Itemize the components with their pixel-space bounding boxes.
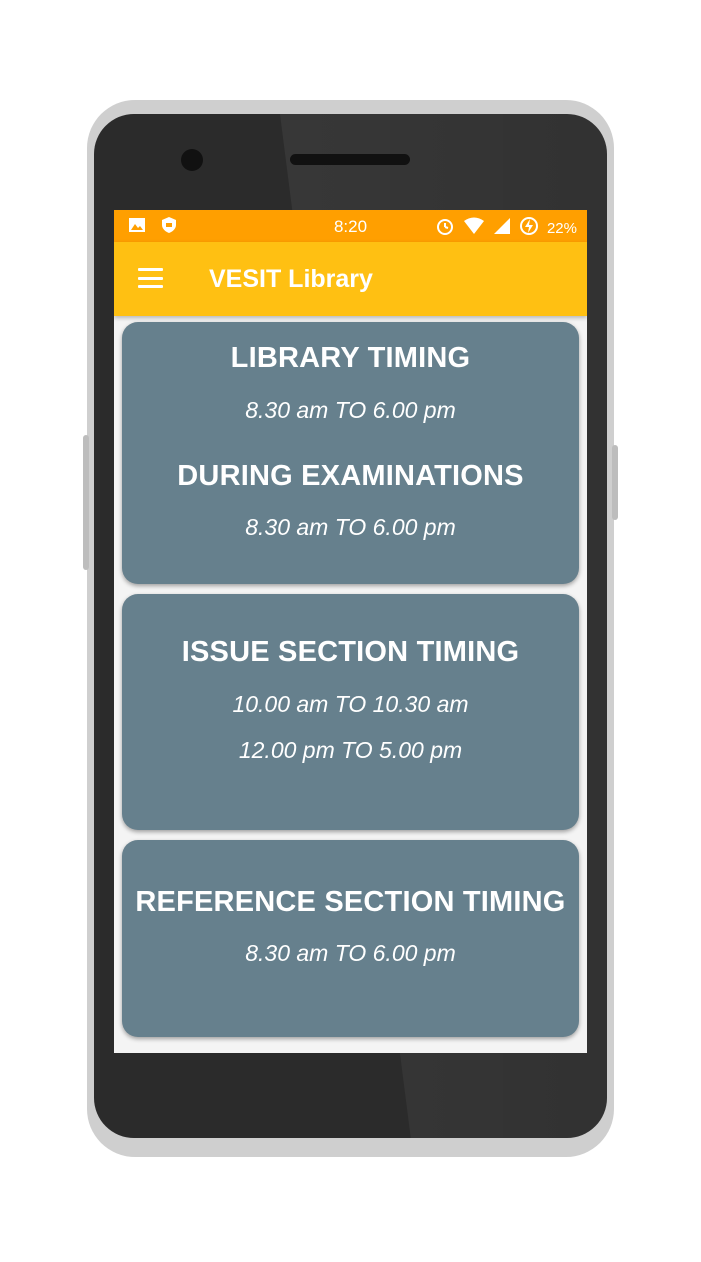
library-timing-card[interactable]: LIBRARY TIMING 8.30 am TO 6.00 pm DURING… bbox=[122, 322, 579, 584]
card-subtime: 8.30 am TO 6.00 pm bbox=[245, 514, 456, 540]
card-time: 8.30 am TO 6.00 pm bbox=[245, 397, 456, 423]
app-toolbar: VESIT Library bbox=[114, 242, 587, 316]
battery-charging-icon bbox=[519, 216, 539, 240]
front-camera bbox=[181, 149, 203, 171]
alarm-icon bbox=[435, 216, 455, 240]
battery-percent: 22% bbox=[546, 219, 577, 237]
wifi-icon bbox=[463, 217, 485, 239]
card-title: REFERENCE SECTION TIMING bbox=[135, 886, 566, 918]
card-title: ISSUE SECTION TIMING bbox=[181, 636, 520, 668]
issue-section-card[interactable]: ISSUE SECTION TIMING 10.00 am TO 10.30 a… bbox=[122, 594, 579, 830]
signal-icon bbox=[493, 217, 511, 239]
card-subtitle: DURING EXAMINATIONS bbox=[177, 460, 524, 492]
timing-cards: LIBRARY TIMING 8.30 am TO 6.00 pm DURING… bbox=[122, 322, 579, 1047]
card-time: 12.00 pm TO 5.00 pm bbox=[238, 737, 463, 763]
card-time: 10.00 am TO 10.30 am bbox=[232, 691, 469, 717]
hamburger-menu-icon[interactable] bbox=[138, 268, 163, 288]
app-title: VESIT Library bbox=[209, 265, 373, 293]
card-title: LIBRARY TIMING bbox=[230, 342, 471, 374]
card-time: 8.30 am TO 6.00 pm bbox=[245, 940, 456, 966]
power-button bbox=[612, 445, 618, 520]
volume-button bbox=[83, 435, 89, 570]
earpiece-speaker bbox=[290, 154, 410, 165]
reference-section-card[interactable]: REFERENCE SECTION TIMING 8.30 am TO 6.00… bbox=[122, 840, 579, 1037]
app-screen: 8:20 22% VESIT Library LIBRARY TIMING 8. bbox=[114, 210, 587, 1053]
status-bar: 8:20 22% bbox=[114, 210, 587, 242]
